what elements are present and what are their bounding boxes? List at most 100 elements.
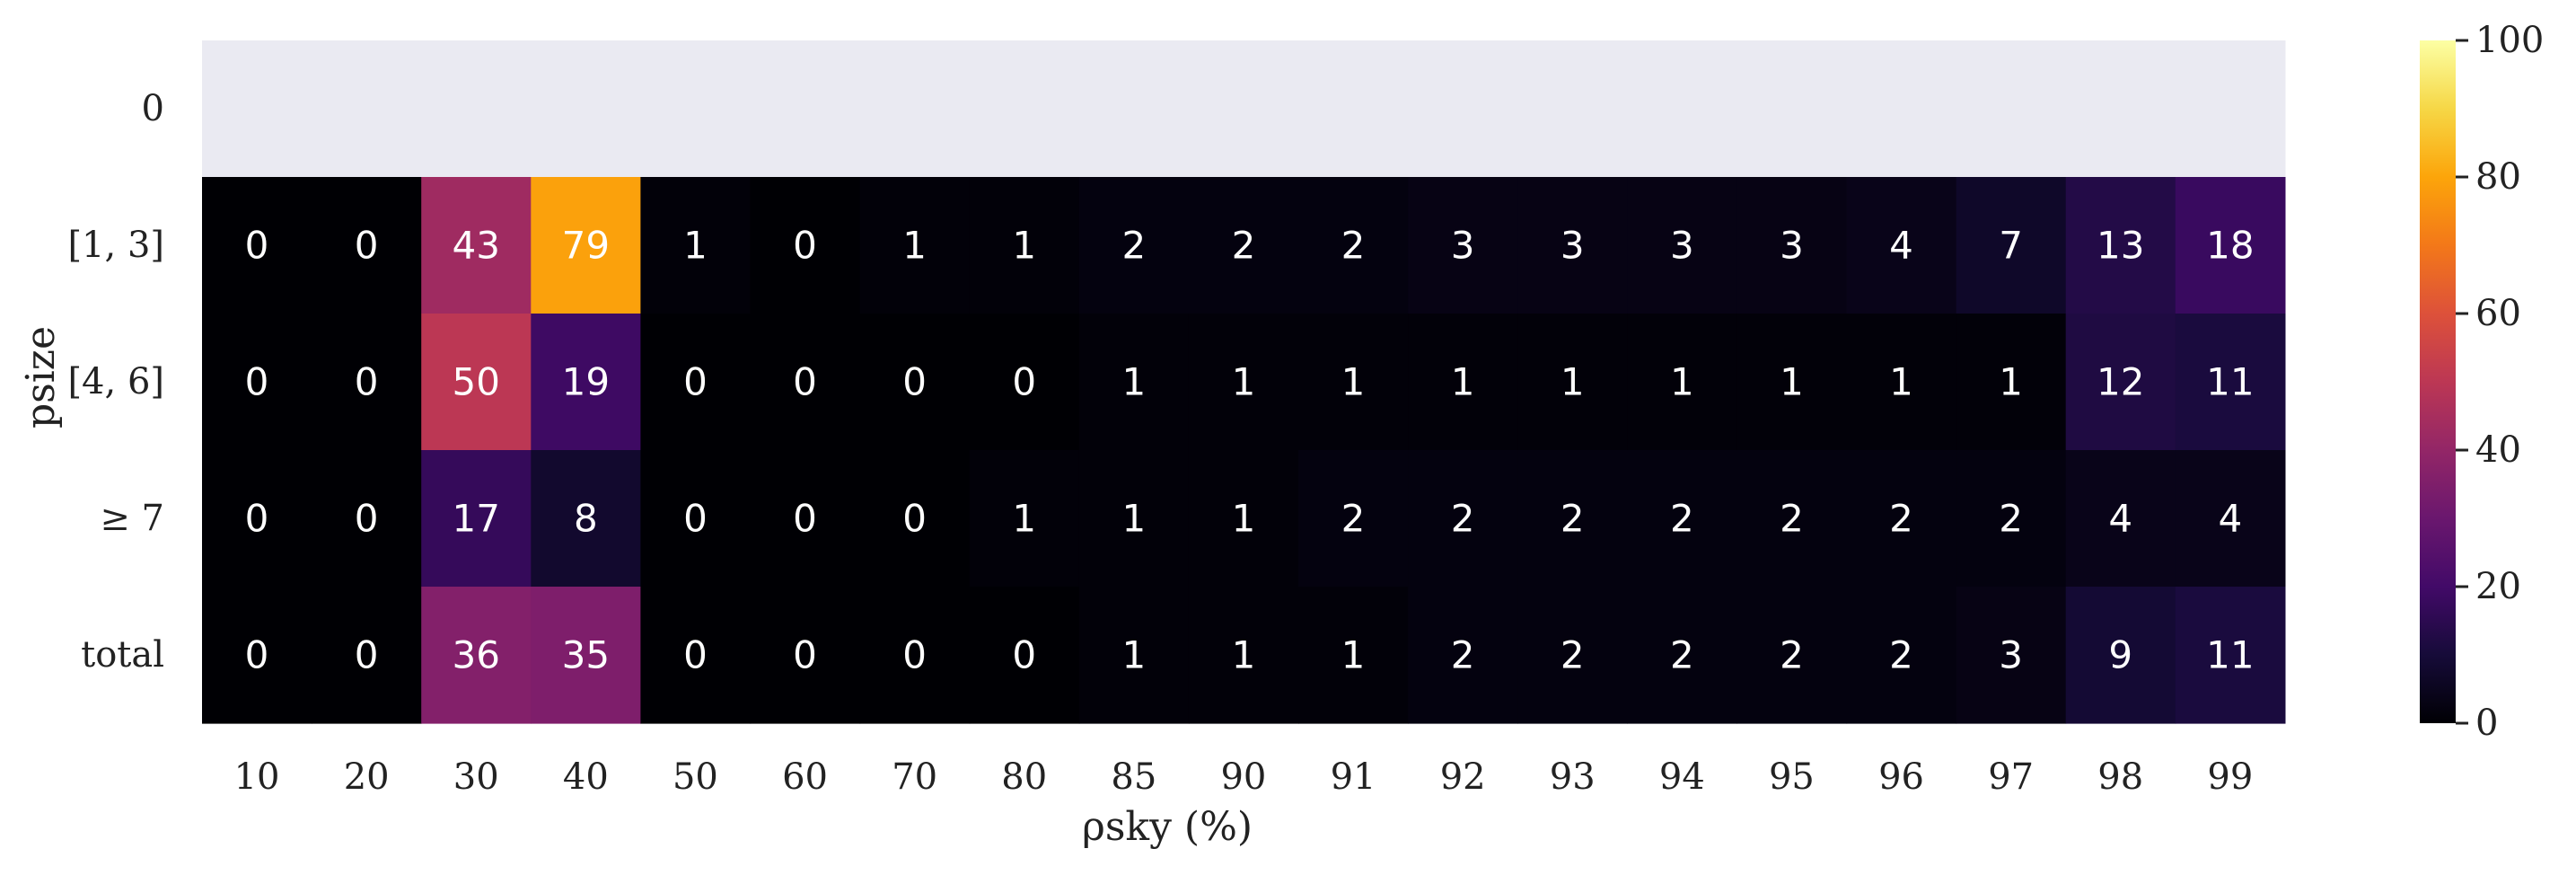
cell-value-label: 0	[683, 497, 708, 541]
heatmap-cell	[1846, 40, 1957, 178]
cell-value-label: 1	[1670, 360, 1694, 404]
x-tick-label: 96	[1878, 756, 1924, 798]
cell-value-label: 11	[2206, 633, 2254, 677]
heatmap-cell	[1078, 40, 1190, 178]
cell-value-label: 2	[1889, 497, 1913, 541]
cell-value-label: 43	[453, 224, 500, 268]
y-axis-tick-labels: 0 [1, 3] [4, 6] ≥ 7 total	[67, 88, 164, 676]
cell-value-label: 11	[2206, 360, 2254, 404]
cell-value-label: 2	[1889, 633, 1913, 677]
cell-value-label: 2	[1232, 224, 1256, 268]
cell-value-label: 2	[1341, 497, 1366, 541]
cell-value-label: 1	[1232, 497, 1256, 541]
cell-value-label: 0	[245, 497, 269, 541]
x-tick-label: 40	[563, 756, 609, 798]
cell-value-label: 0	[793, 633, 817, 677]
heatmap-chart: 0 0 43 79 1 0 1 1 2 2 2 3 3 3 3 4 7 13 180 0 50 19 0 0 0 0 1 1 1 1 1 1 1…	[18, 20, 2544, 850]
cell-value-label: 3	[1780, 224, 1804, 268]
cell-value-label: 1	[902, 224, 927, 268]
cell-value-label: 0	[245, 633, 269, 677]
cell-value-label: 18	[2206, 224, 2254, 268]
cell-value-label: 3	[1451, 224, 1475, 268]
y-tick-label: [4, 6]	[67, 361, 164, 402]
cell-value-label: 1	[1121, 633, 1146, 677]
cell-value-label: 2	[1999, 497, 2023, 541]
y-axis-label: psize	[18, 326, 64, 429]
x-tick-label: 70	[892, 756, 937, 798]
y-tick-label: ≥ 7	[100, 498, 164, 539]
cell-value-label: 19	[562, 360, 610, 404]
colorbar-tick-label: 80	[2475, 156, 2521, 198]
colorbar-tick-label: 40	[2475, 429, 2521, 471]
heatmap-cell	[1298, 40, 1409, 178]
cell-value-label: 0	[793, 497, 817, 541]
cell-value-label: 2	[1670, 497, 1694, 541]
cell-value-label: 35	[562, 633, 610, 677]
cell-value-label: 1	[1561, 360, 1585, 404]
y-tick-label: 0	[142, 88, 164, 129]
x-tick-label: 98	[2097, 756, 2143, 798]
cell-value-label: 1	[1999, 360, 2023, 404]
cell-value-label: 17	[453, 497, 500, 541]
cell-value-label: 1	[1121, 360, 1146, 404]
cell-value-label: 36	[453, 633, 500, 677]
x-tick-label: 92	[1440, 756, 1486, 798]
cell-value-label: 0	[245, 224, 269, 268]
cell-value-label: 2	[1780, 497, 1804, 541]
colorbar-gradient	[2420, 40, 2456, 723]
cell-value-label: 13	[2097, 224, 2144, 268]
cell-value-label: 0	[355, 497, 379, 541]
heatmap-cell	[312, 40, 422, 178]
x-tick-label: 94	[1659, 756, 1705, 798]
x-tick-label: 20	[344, 756, 390, 798]
cell-value-label: 50	[453, 360, 500, 404]
cell-value-label: 1	[683, 224, 708, 268]
cell-value-label: 0	[683, 633, 708, 677]
x-tick-label: 97	[1988, 756, 2034, 798]
cell-value-label: 0	[355, 360, 379, 404]
heatmap-cell	[2175, 40, 2286, 178]
heatmap-cell	[1956, 40, 2067, 178]
cell-value-label: 3	[1999, 633, 2023, 677]
y-tick-label: total	[81, 634, 164, 676]
cell-value-label: 2	[1451, 633, 1475, 677]
heatmap-cell	[531, 40, 641, 178]
y-tick-label: [1, 3]	[67, 225, 164, 266]
colorbar-tick-label: 0	[2475, 703, 2498, 744]
heatmap-cell	[2065, 40, 2176, 178]
x-axis-tick-labels: 10 20 30 40 50 60 70 80 85 90 91 92 93 94 95 96 97 98 99	[234, 756, 2254, 798]
heatmap-cell	[1188, 40, 1299, 178]
heatmap-cell	[1517, 40, 1628, 178]
cell-value-label: 4	[1889, 224, 1913, 268]
cell-value-label: 0	[683, 360, 708, 404]
cell-value-label: 0	[902, 360, 927, 404]
cell-value-label: 1	[1232, 633, 1256, 677]
cell-value-label: 1	[1012, 497, 1036, 541]
cell-value-label: 4	[2218, 497, 2242, 541]
x-tick-label: 95	[1769, 756, 1815, 798]
cell-value-label: 7	[1999, 224, 2023, 268]
cell-value-label: 2	[1561, 497, 1585, 541]
cell-value-label: 2	[1121, 224, 1146, 268]
cell-value-label: 79	[562, 224, 610, 268]
cell-value-label: 0	[355, 224, 379, 268]
heatmap-cell	[202, 40, 312, 178]
colorbar-tick-label: 60	[2475, 293, 2521, 334]
x-tick-label: 91	[1331, 756, 1376, 798]
heatmap-cell	[750, 40, 861, 178]
heatmap-cell	[1627, 40, 1737, 178]
cell-value-label: 0	[355, 633, 379, 677]
cell-value-label: 3	[1561, 224, 1585, 268]
cell-value-label: 0	[1012, 633, 1036, 677]
x-tick-label: 10	[234, 756, 280, 798]
x-tick-label: 80	[1001, 756, 1047, 798]
x-tick-label: 99	[2207, 756, 2253, 798]
cell-value-label: 1	[1121, 497, 1146, 541]
cell-value-label: 1	[1341, 633, 1366, 677]
cell-value-label: 8	[574, 497, 598, 541]
cell-value-label: 1	[1232, 360, 1256, 404]
cell-value-label: 0	[793, 360, 817, 404]
cell-value-label: 1	[1012, 224, 1036, 268]
cell-value-label: 0	[902, 633, 927, 677]
x-tick-label: 90	[1220, 756, 1266, 798]
